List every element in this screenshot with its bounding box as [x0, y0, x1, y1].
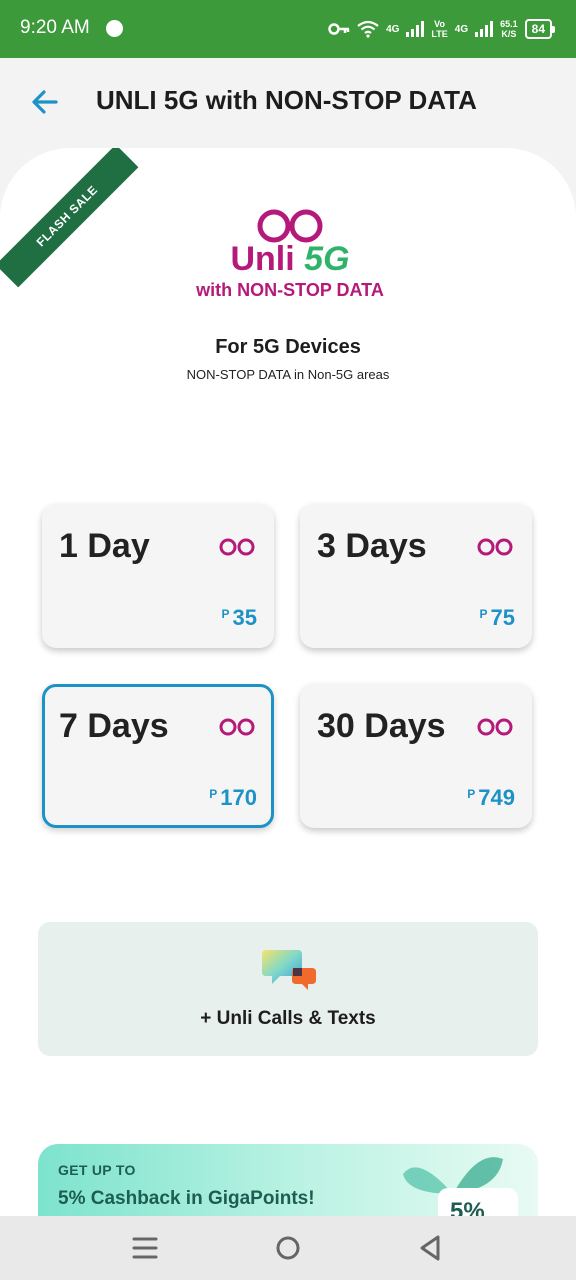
- infinity-icon: [219, 718, 255, 736]
- volte-bottom: LTE: [431, 29, 448, 39]
- battery-icon: 84: [524, 19, 556, 39]
- net-speed-value: 65.1: [500, 19, 518, 29]
- status-time: 9:20 AM: [20, 17, 90, 38]
- addon-label: + Unli Calls & Texts: [200, 1008, 376, 1029]
- infinity-icon: [477, 718, 513, 736]
- plan-price-value: 35: [232, 605, 257, 630]
- system-nav-bar: [0, 1216, 576, 1280]
- infinity-icon: [477, 538, 513, 556]
- logo-name-text: Unli: [230, 240, 295, 278]
- logo-name: Unli 5G: [180, 240, 400, 278]
- flash-sale-ribbon: FLASH SALE: [0, 148, 139, 288]
- plan-name: 3 Days: [317, 527, 427, 565]
- plan-details-panel: FLASH SALE Unli 5G with NON-STOP DATA Fo…: [0, 148, 576, 1218]
- devices-title: For 5G Devices: [215, 336, 361, 358]
- plan-price: P 170: [209, 785, 257, 811]
- plan-card-1-day[interactable]: 1 Day P 35: [42, 504, 274, 648]
- page-title: UNLI 5G with NON-STOP DATA: [96, 85, 477, 115]
- unli-5g-logo: Unli 5G with NON-STOP DATA: [180, 208, 400, 301]
- arrow-left-icon[interactable]: [30, 88, 60, 116]
- plan-name: 30 Days: [317, 707, 446, 745]
- infinity-logo-icon: [257, 209, 323, 243]
- volte-indicator: Vo LTE: [431, 19, 447, 39]
- net-speed: 65.1 K/S: [500, 19, 518, 39]
- plan-price: P 75: [480, 605, 516, 631]
- cashback-headline: 5% Cashback in GigaPoints!: [58, 1188, 315, 1209]
- currency-symbol: P: [221, 607, 230, 621]
- volte-top: Vo: [434, 19, 446, 29]
- currency-symbol: P: [467, 787, 476, 801]
- notification-dot-icon: [106, 20, 123, 37]
- network-type-b: 4G: [454, 23, 469, 35]
- signal-a-icon: [406, 21, 425, 37]
- infinity-icon: [219, 538, 255, 556]
- plan-price-value: 170: [220, 785, 257, 810]
- recent-apps-icon[interactable]: [130, 1234, 160, 1262]
- logo-5g-text: 5G: [304, 240, 350, 278]
- status-icons: 4G Vo LTE 4G 65.1 K/S 84: [328, 14, 556, 44]
- plan-price-value: 75: [490, 605, 515, 630]
- plan-name: 7 Days: [59, 707, 169, 745]
- devices-subtitle: NON-STOP DATA in Non-5G areas: [186, 367, 390, 382]
- cashback-eyebrow: GET UP TO: [58, 1162, 136, 1178]
- net-speed-unit: K/S: [501, 29, 517, 39]
- plan-price-value: 749: [478, 785, 515, 810]
- plan-card-3-days[interactable]: 3 Days P 75: [300, 504, 532, 648]
- key-icon: [328, 23, 350, 35]
- wifi-icon: [357, 20, 379, 38]
- home-icon[interactable]: [273, 1234, 303, 1262]
- plan-card-30-days[interactable]: 30 Days P 749: [300, 684, 532, 828]
- chat-bubbles-icon: [262, 950, 316, 990]
- signal-b-icon: [475, 21, 494, 37]
- plan-price: P 749: [467, 785, 515, 811]
- unli-calls-texts-addon[interactable]: + Unli Calls & Texts: [38, 922, 538, 1056]
- cashback-banner[interactable]: GET UP TO 5% Cashback in GigaPoints! 5%: [38, 1144, 538, 1218]
- plan-price: P 35: [222, 605, 258, 631]
- cashback-badge: 5%: [438, 1188, 518, 1218]
- app-header: UNLI 5G with NON-STOP DATA: [0, 58, 576, 146]
- currency-symbol: P: [479, 607, 488, 621]
- currency-symbol: P: [209, 787, 218, 801]
- status-bar: 9:20 AM 4G Vo LTE 4G 65.1 K/S 84: [0, 0, 576, 58]
- plan-name: 1 Day: [59, 527, 150, 565]
- plan-card-7-days[interactable]: 7 Days P 170: [42, 684, 274, 828]
- back-nav-icon[interactable]: [416, 1234, 446, 1262]
- logo-tagline: with NON-STOP DATA: [196, 280, 384, 300]
- network-type-a: 4G: [386, 23, 400, 35]
